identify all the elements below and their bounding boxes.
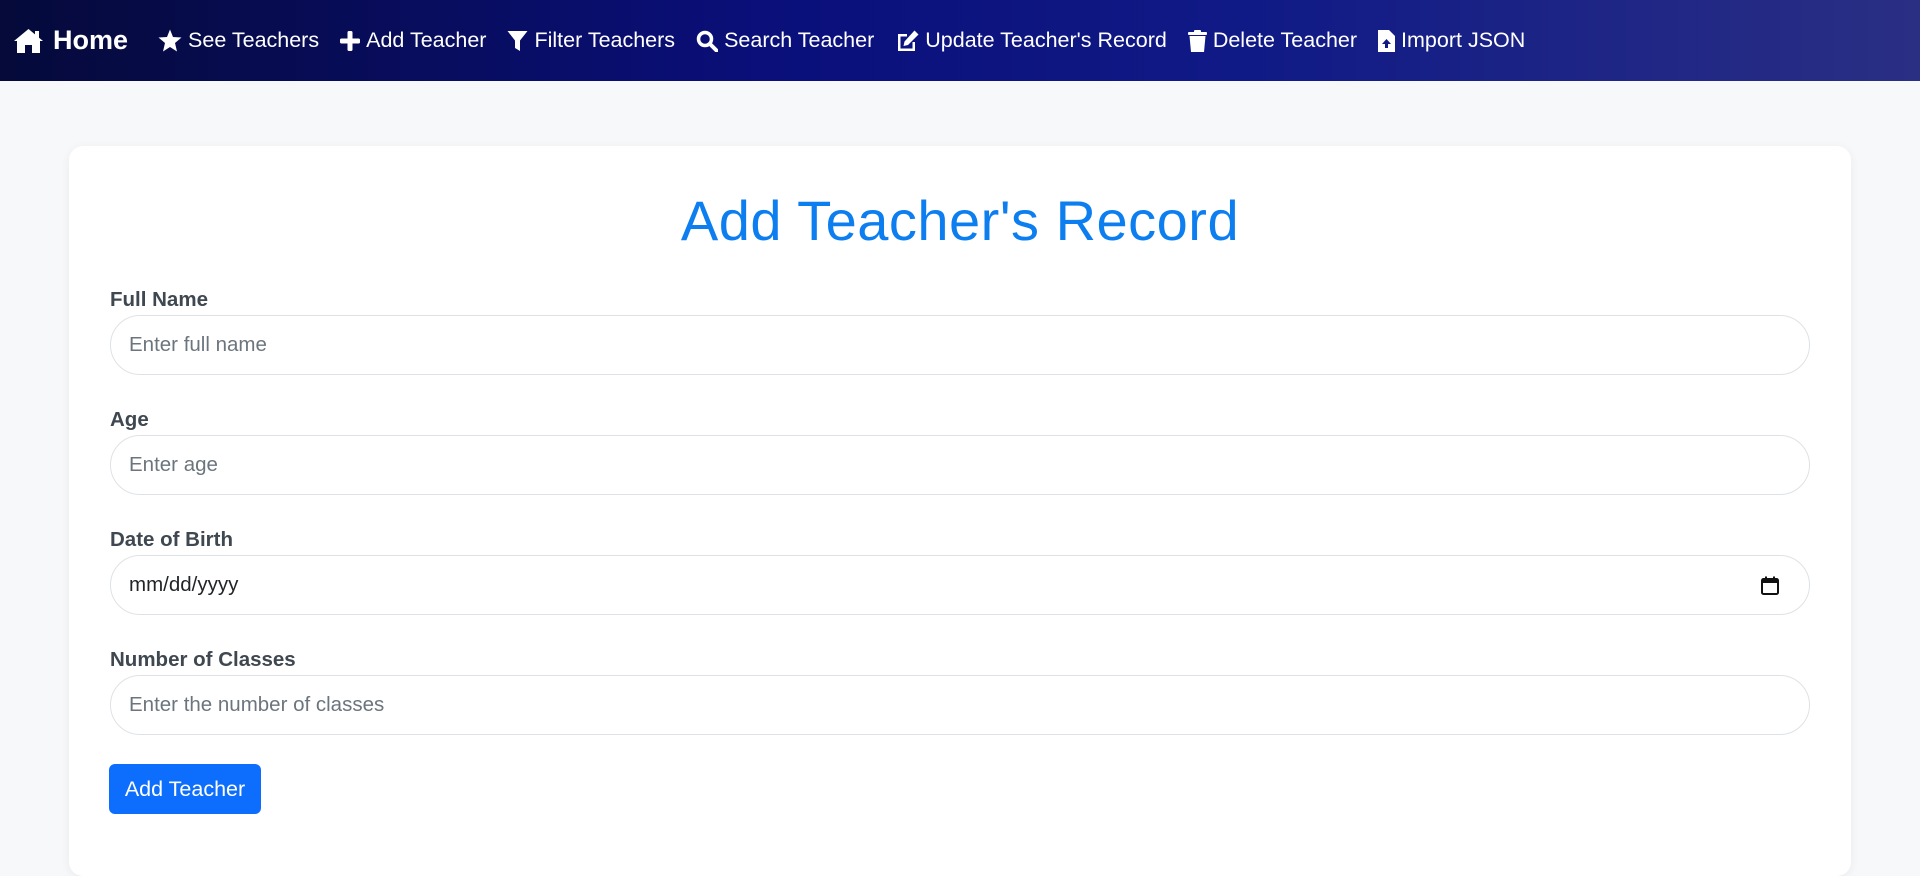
age-input[interactable] bbox=[110, 435, 1810, 495]
full-name-input[interactable] bbox=[110, 315, 1810, 375]
nav-add-teacher-label: Add Teacher bbox=[366, 28, 487, 52]
add-teacher-card: Add Teacher's Record Full Name Age Date … bbox=[69, 146, 1851, 876]
plus-icon bbox=[340, 30, 361, 51]
nav-see-teachers-label: See Teachers bbox=[188, 28, 320, 52]
nav-add-teacher[interactable]: Add Teacher bbox=[340, 28, 486, 53]
nav-update-teacher[interactable]: Update Teacher's Record bbox=[895, 28, 1167, 53]
edit-icon bbox=[895, 30, 919, 52]
nav-import-json[interactable]: Import JSON bbox=[1378, 28, 1525, 53]
filter-icon bbox=[507, 30, 528, 52]
nav-search-teacher[interactable]: Search Teacher bbox=[696, 28, 874, 53]
nav-update-teacher-label: Update Teacher's Record bbox=[925, 28, 1167, 52]
home-label: Home bbox=[53, 25, 129, 55]
trash-icon bbox=[1187, 29, 1207, 52]
nav-search-teacher-label: Search Teacher bbox=[724, 28, 875, 52]
nav-filter-teachers-label: Filter Teachers bbox=[534, 28, 676, 52]
dob-placeholder: mm/dd/yyyy bbox=[129, 573, 239, 596]
nav-filter-teachers[interactable]: Filter Teachers bbox=[507, 28, 675, 53]
home-icon bbox=[14, 28, 43, 53]
dob-label: Date of Birth bbox=[110, 528, 233, 551]
nav-import-json-label: Import JSON bbox=[1401, 28, 1526, 52]
search-icon bbox=[696, 30, 719, 52]
nav-delete-teacher-label: Delete Teacher bbox=[1212, 28, 1358, 52]
nav-see-teachers[interactable]: See Teachers bbox=[158, 28, 319, 53]
add-teacher-button[interactable]: Add Teacher bbox=[109, 764, 261, 814]
full-name-label: Full Name bbox=[110, 288, 208, 311]
page-title: Add Teacher's Record bbox=[680, 189, 1240, 252]
star-icon bbox=[158, 29, 182, 52]
age-label: Age bbox=[110, 408, 149, 431]
dob-input[interactable]: mm/dd/yyyy bbox=[110, 555, 1810, 615]
file-upload-icon bbox=[1378, 29, 1396, 52]
top-navbar: Home See Teachers Add Teacher Filter Tea… bbox=[0, 0, 1920, 81]
nav-delete-teacher[interactable]: Delete Teacher bbox=[1187, 28, 1358, 53]
classes-label: Number of Classes bbox=[110, 648, 296, 671]
home-link[interactable]: Home bbox=[13, 25, 128, 56]
calendar-icon[interactable] bbox=[1761, 576, 1779, 595]
classes-input[interactable] bbox=[110, 675, 1810, 735]
